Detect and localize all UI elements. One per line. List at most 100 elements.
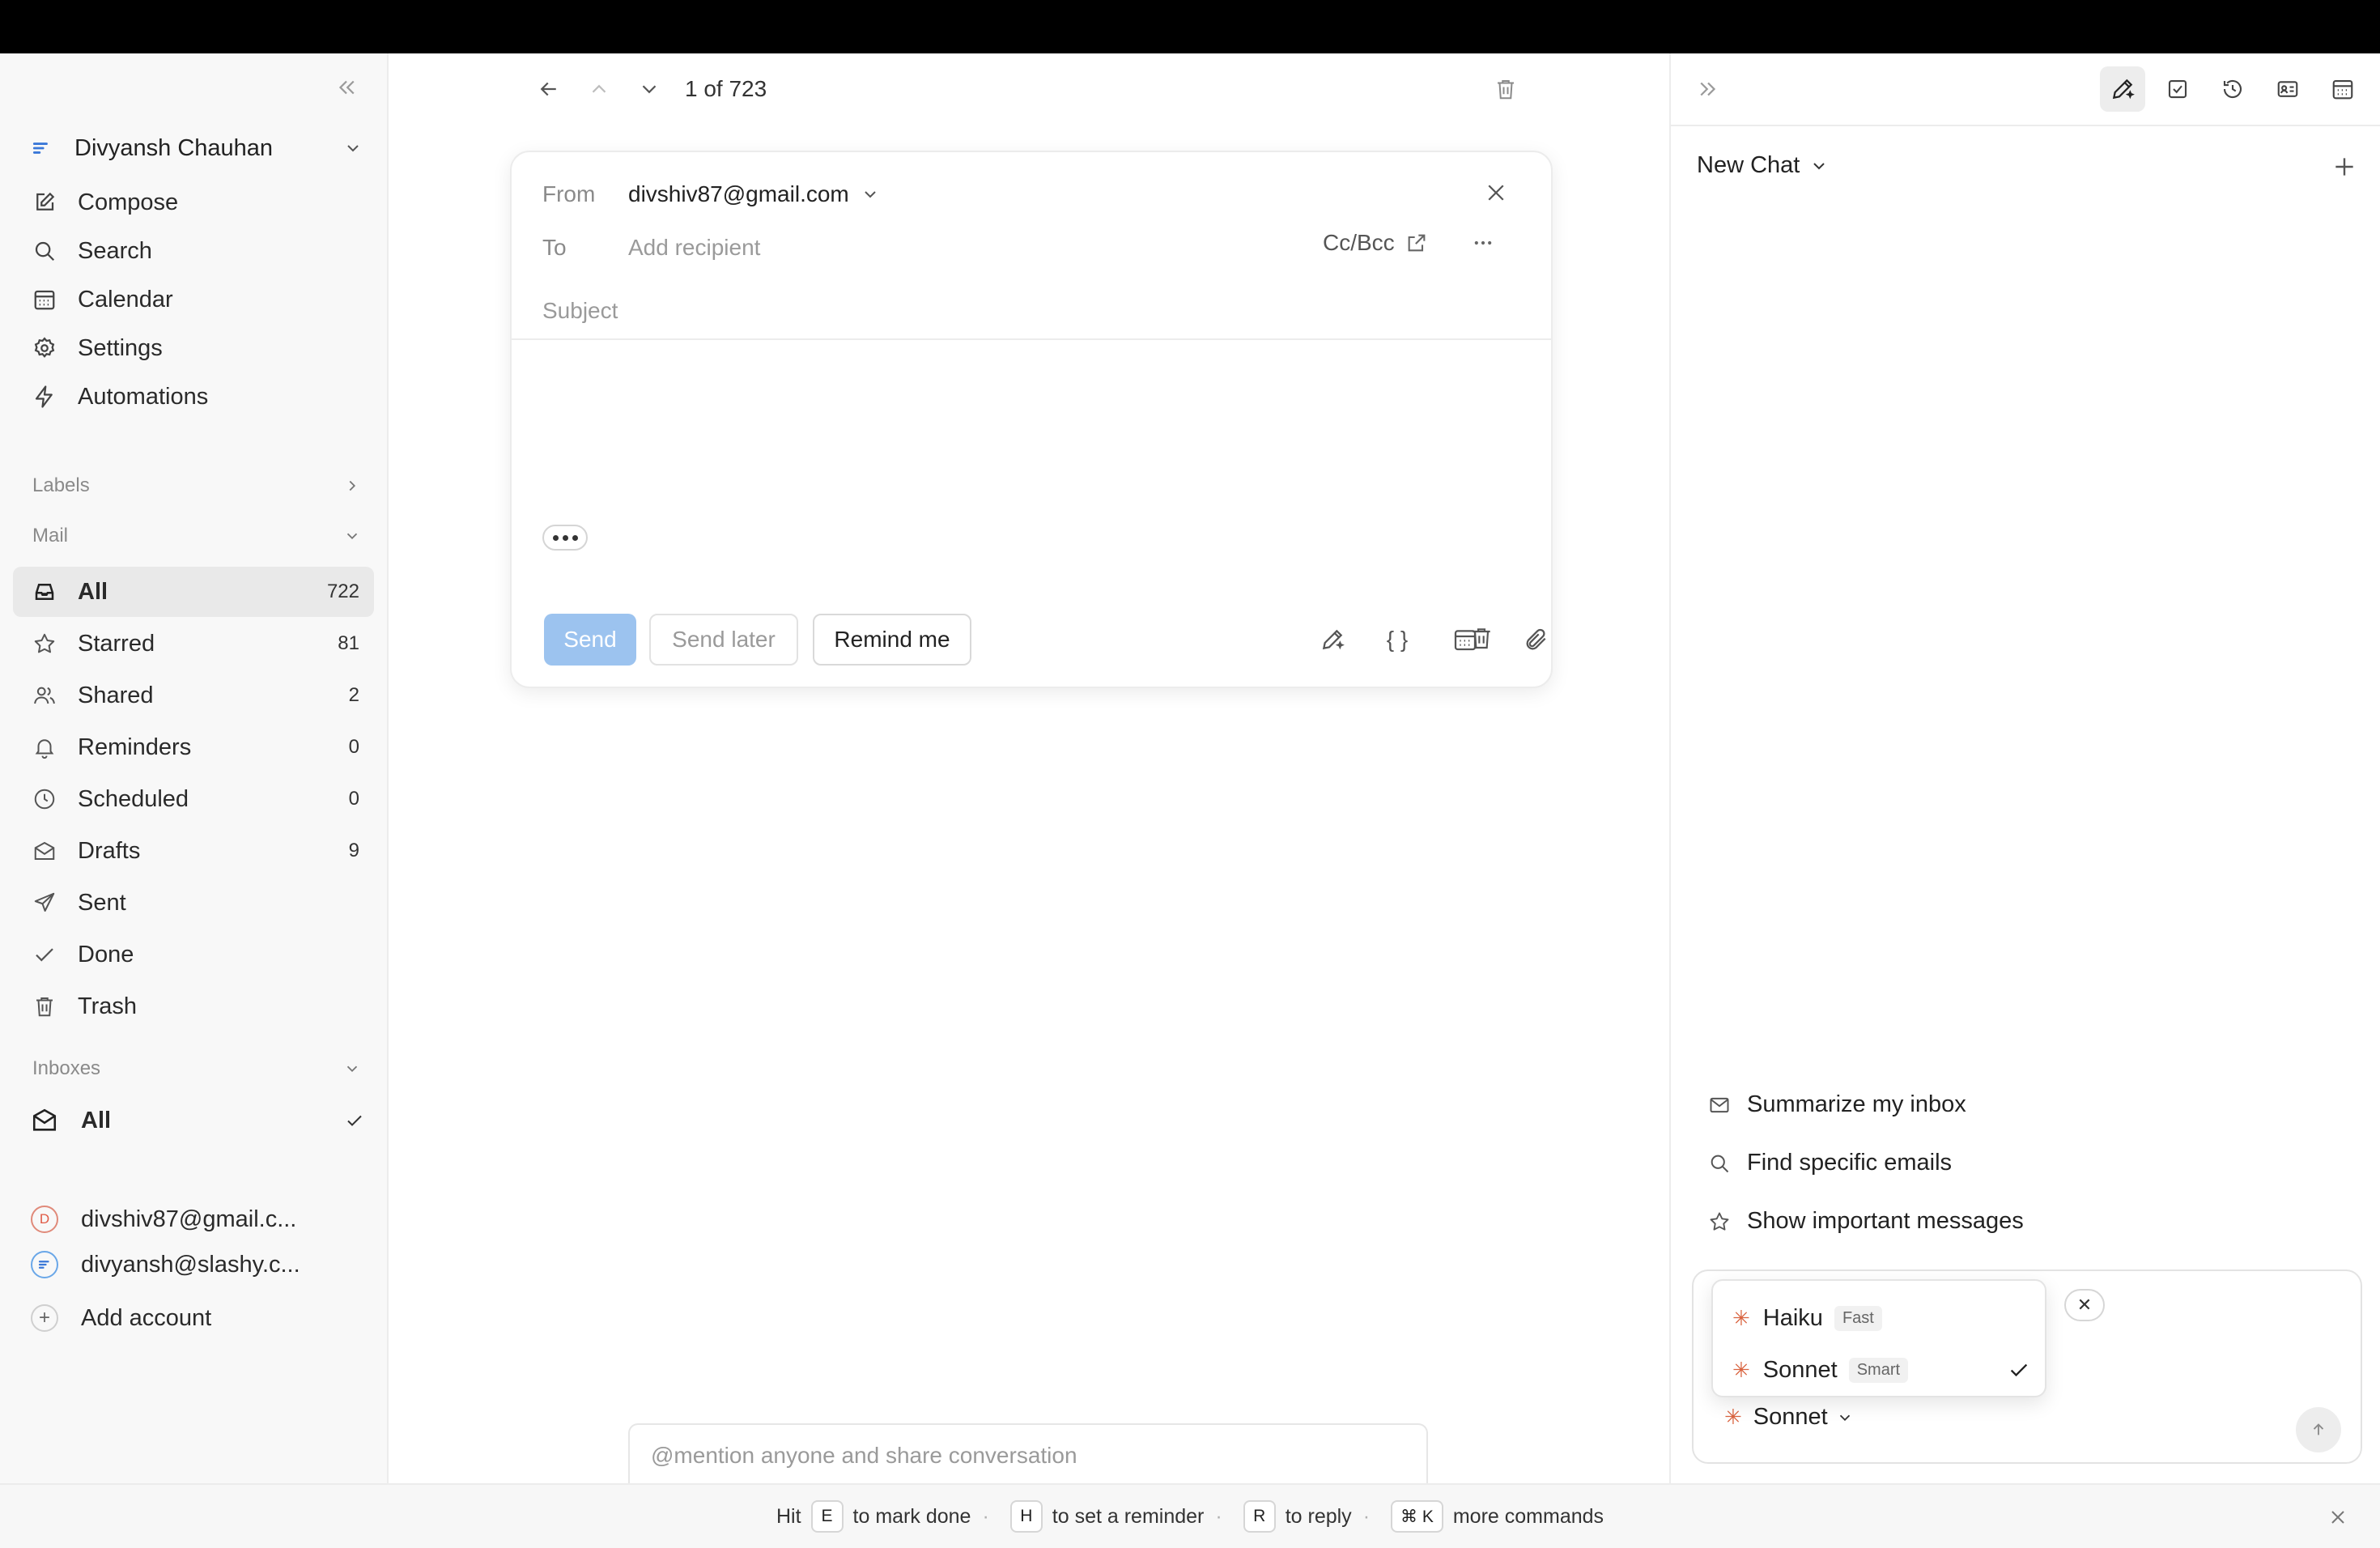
hint-separator: · bbox=[982, 1504, 989, 1528]
task-checkbox-icon[interactable] bbox=[2155, 66, 2200, 112]
kbd-key: R bbox=[1243, 1500, 1276, 1533]
inbox-item-gmail[interactable]: D divshiv87@gmail.c... bbox=[31, 1197, 371, 1242]
star-icon bbox=[1706, 1209, 1732, 1235]
hint-text: Hit bbox=[776, 1504, 801, 1528]
users-icon bbox=[31, 682, 58, 709]
suggestion-important[interactable]: Show important messages bbox=[1706, 1208, 2024, 1235]
nav-compose[interactable]: Compose bbox=[31, 181, 371, 223]
suggestion-label: Summarize my inbox bbox=[1747, 1091, 1966, 1117]
mail-item-trash[interactable]: Trash bbox=[13, 981, 374, 1031]
account-logo-icon bbox=[31, 138, 52, 159]
chevron-down-icon[interactable] bbox=[861, 185, 880, 204]
envelope-icon bbox=[31, 837, 58, 865]
mail-item-drafts[interactable]: Drafts 9 bbox=[13, 826, 374, 876]
attachment-icon[interactable] bbox=[1517, 620, 1556, 659]
trash-icon[interactable] bbox=[1488, 71, 1524, 107]
collapse-sidebar-icon[interactable] bbox=[330, 71, 363, 104]
send-later-button[interactable]: Send later bbox=[649, 614, 798, 666]
model-selected-label: Sonnet bbox=[1753, 1404, 1828, 1430]
more-options-icon[interactable] bbox=[1467, 227, 1499, 259]
suggestion-find-emails[interactable]: Find specific emails bbox=[1706, 1150, 1952, 1176]
mention-input[interactable]: @mention anyone and share conversation bbox=[628, 1423, 1428, 1488]
close-icon[interactable] bbox=[2322, 1501, 2354, 1533]
inboxes-section-header[interactable]: Inboxes bbox=[32, 1053, 364, 1085]
hint-separator: · bbox=[1362, 1504, 1371, 1528]
model-name: Haiku bbox=[1762, 1304, 1823, 1331]
mail-item-label: Shared bbox=[78, 682, 154, 708]
mail-item-all[interactable]: All 722 bbox=[13, 567, 374, 617]
window-top-bar bbox=[0, 0, 2380, 53]
chevron-down-icon bbox=[340, 1057, 364, 1081]
ai-compose-icon[interactable] bbox=[2100, 66, 2145, 112]
history-icon[interactable] bbox=[2210, 66, 2255, 112]
mail-item-shared[interactable]: Shared 2 bbox=[13, 670, 374, 721]
inbox-item-slashy[interactable]: divyansh@slashy.c... bbox=[31, 1242, 371, 1287]
chevron-down-icon bbox=[1834, 1407, 1855, 1428]
mail-item-starred[interactable]: Starred 81 bbox=[13, 619, 374, 669]
cc-bcc-button[interactable]: Cc/Bcc bbox=[1323, 230, 1395, 256]
remind-me-button[interactable]: Remind me bbox=[813, 614, 971, 666]
chevron-down-icon[interactable] bbox=[631, 71, 667, 107]
bell-icon bbox=[31, 734, 58, 761]
check-icon bbox=[345, 1111, 364, 1130]
compose-window: From divshiv87@gmail.com To Add recipien… bbox=[510, 151, 1553, 688]
close-icon[interactable] bbox=[1478, 175, 1514, 211]
close-icon[interactable]: ✕ bbox=[2064, 1289, 2105, 1321]
contact-card-icon[interactable] bbox=[2265, 66, 2310, 112]
mail-item-count: 2 bbox=[348, 684, 359, 706]
mail-item-sent[interactable]: Sent bbox=[13, 878, 374, 928]
discard-draft-icon[interactable] bbox=[1462, 619, 1501, 657]
mail-heading: Mail bbox=[32, 525, 69, 546]
nav-settings[interactable]: Settings bbox=[31, 327, 371, 369]
mail-item-count: 0 bbox=[348, 736, 359, 758]
subject-input[interactable]: Subject bbox=[542, 298, 618, 324]
model-selector[interactable]: ✳ Sonnet bbox=[1724, 1404, 1855, 1431]
inbox-item-all[interactable]: All bbox=[31, 1098, 371, 1143]
nav-automations[interactable]: Automations bbox=[31, 376, 371, 418]
hint-text: to set a reminder bbox=[1052, 1504, 1205, 1528]
model-option-haiku[interactable]: ✳ Haiku Fast bbox=[1732, 1295, 2032, 1341]
to-row: To Add recipient bbox=[542, 230, 760, 266]
new-chat-plus-icon[interactable] bbox=[2327, 149, 2362, 185]
chevron-down-icon bbox=[343, 138, 363, 158]
model-option-sonnet[interactable]: ✳ Sonnet Smart bbox=[1732, 1347, 2032, 1393]
send-button[interactable]: Send bbox=[544, 614, 636, 666]
mail-item-reminders[interactable]: Reminders 0 bbox=[13, 722, 374, 772]
model-dropdown: ✳ Haiku Fast ✳ Sonnet Smart bbox=[1711, 1279, 2046, 1397]
inbox-item-label: All bbox=[81, 1107, 112, 1133]
show-quoted-text-button[interactable] bbox=[542, 525, 588, 551]
hint-text: more commands bbox=[1452, 1504, 1604, 1528]
mail-item-done[interactable]: Done bbox=[13, 929, 374, 980]
new-chat-dropdown[interactable]: New Chat bbox=[1697, 152, 1830, 179]
check-icon bbox=[31, 941, 58, 968]
thread-position: 1 of 723 bbox=[685, 76, 767, 101]
calendar-icon[interactable] bbox=[2320, 66, 2365, 112]
slashy-logo-icon bbox=[31, 1251, 58, 1278]
chevron-down-icon bbox=[1808, 155, 1830, 177]
kbd-key: E bbox=[810, 1500, 844, 1533]
popout-icon[interactable] bbox=[1400, 227, 1433, 259]
mail-item-scheduled[interactable]: Scheduled 0 bbox=[13, 774, 374, 824]
nav-search[interactable]: Search bbox=[31, 230, 371, 272]
mail-item-label: Sent bbox=[78, 889, 126, 916]
mail-item-count: 9 bbox=[348, 840, 359, 861]
chat-send-button[interactable] bbox=[2296, 1407, 2341, 1452]
expand-panel-icon[interactable] bbox=[1690, 71, 1726, 107]
hint-separator: · bbox=[1215, 1504, 1222, 1528]
suggestion-summarize[interactable]: Summarize my inbox bbox=[1706, 1091, 1966, 1118]
account-switcher[interactable]: Divyansh Chauhan bbox=[31, 128, 363, 168]
from-select[interactable]: divshiv87@gmail.com bbox=[628, 181, 849, 207]
to-input[interactable]: Add recipient bbox=[628, 235, 760, 261]
bolt-icon bbox=[31, 383, 58, 410]
ai-write-icon[interactable] bbox=[1313, 620, 1352, 659]
inboxes-heading: Inboxes bbox=[32, 1057, 101, 1079]
inbox-item-label: divyansh@slashy.c... bbox=[81, 1251, 300, 1278]
mail-section-header[interactable]: Mail bbox=[32, 520, 364, 552]
add-account-button[interactable]: + Add account bbox=[31, 1295, 371, 1341]
back-arrow-icon[interactable] bbox=[531, 71, 567, 107]
labels-section-header[interactable]: Labels bbox=[32, 470, 364, 502]
nav-calendar[interactable]: Calendar bbox=[31, 279, 371, 321]
chevron-up-icon[interactable] bbox=[581, 71, 617, 107]
labels-heading: Labels bbox=[32, 474, 90, 496]
template-icon[interactable]: { } bbox=[1378, 620, 1417, 659]
